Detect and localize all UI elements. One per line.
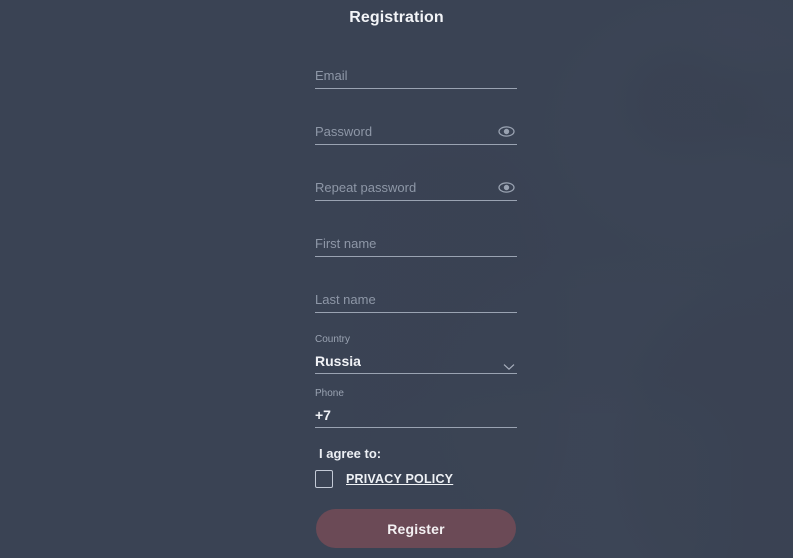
password-placeholder: Password xyxy=(315,124,373,139)
privacy-policy-checkbox[interactable] xyxy=(315,470,333,488)
last-name-input[interactable]: Last name xyxy=(315,285,517,313)
field-first-name: First name xyxy=(315,229,517,257)
repeat-password-input[interactable]: Repeat password xyxy=(315,173,517,201)
field-password: Password xyxy=(315,117,517,145)
field-last-name: Last name xyxy=(315,285,517,313)
field-country: Country Russia xyxy=(315,334,517,374)
country-label: Country xyxy=(315,334,351,345)
email-input[interactable]: Email xyxy=(315,61,517,89)
register-button[interactable]: Register xyxy=(316,509,516,548)
email-placeholder: Email xyxy=(315,68,348,83)
eye-icon[interactable] xyxy=(497,178,516,197)
first-name-placeholder: First name xyxy=(315,236,377,251)
last-name-placeholder: Last name xyxy=(315,292,376,307)
agreement-title: I agree to: xyxy=(319,446,382,461)
field-phone: Phone +7 xyxy=(315,388,517,428)
first-name-input[interactable]: First name xyxy=(315,229,517,257)
phone-value: +7 xyxy=(315,407,331,423)
repeat-password-placeholder: Repeat password xyxy=(315,180,417,195)
password-input[interactable]: Password xyxy=(315,117,517,145)
privacy-policy-link[interactable]: PRIVACY POLICY xyxy=(346,472,453,486)
eye-icon[interactable] xyxy=(497,122,516,141)
phone-label: Phone xyxy=(315,388,344,399)
chevron-down-icon[interactable] xyxy=(503,358,515,371)
agreement-row: PRIVACY POLICY xyxy=(315,470,453,488)
field-email: Email xyxy=(315,61,517,89)
page-title: Registration xyxy=(349,9,444,26)
phone-input[interactable]: +7 xyxy=(315,400,517,428)
field-repeat-password: Repeat password xyxy=(315,173,517,201)
country-value: Russia xyxy=(315,353,361,369)
country-select[interactable]: Russia xyxy=(315,346,517,374)
registration-form: Registration Email Password Repeat passw… xyxy=(0,0,793,558)
